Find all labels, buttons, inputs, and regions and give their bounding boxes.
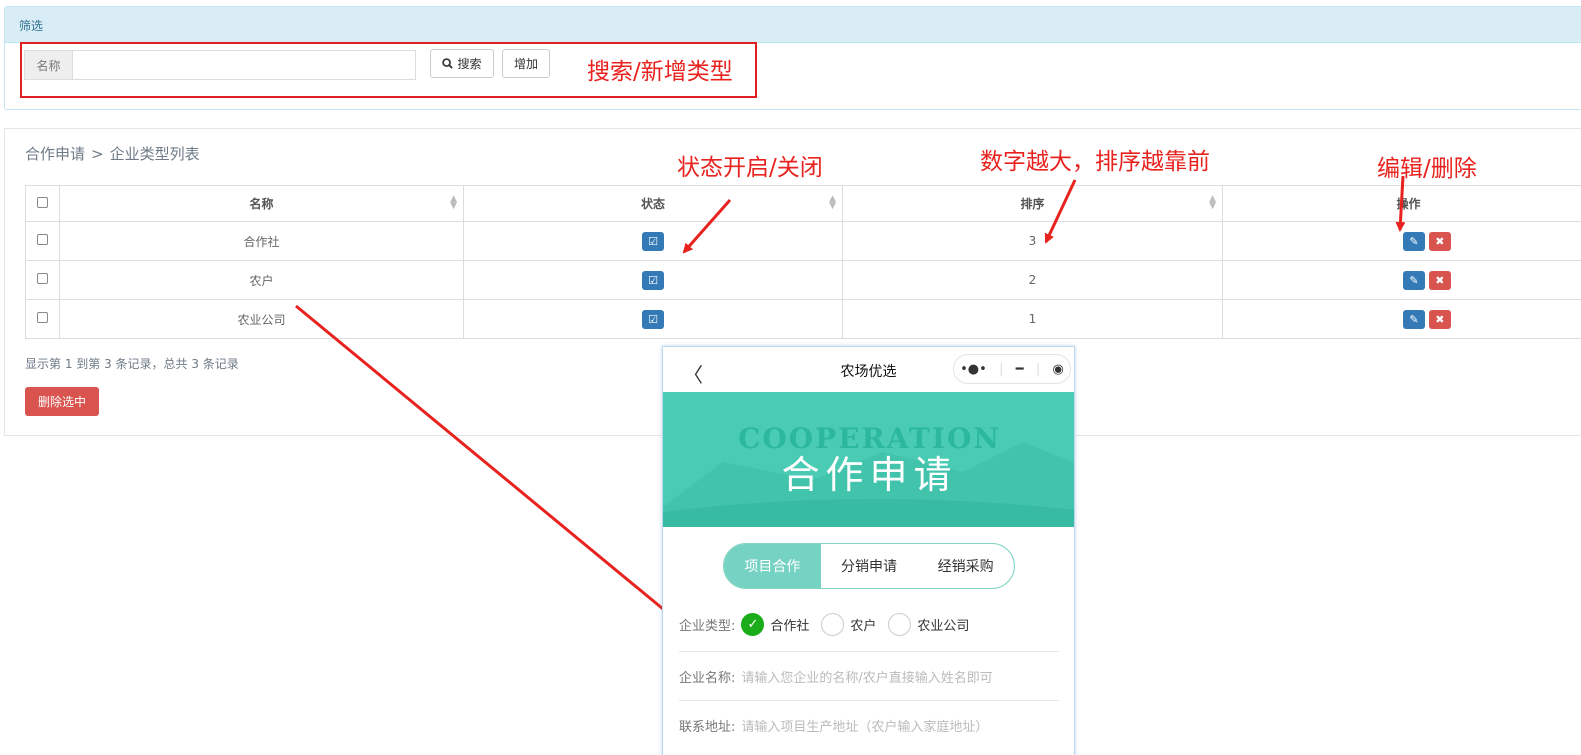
edit-icon[interactable]: ✎ xyxy=(1403,231,1425,251)
company-name-row: 企业名称: 请输入您企业的名称/农户直接输入姓名即可 xyxy=(679,667,1059,686)
delete-icon[interactable]: ✖ xyxy=(1428,231,1451,251)
row-checkbox[interactable] xyxy=(37,273,48,284)
row-checkbox[interactable] xyxy=(37,234,48,245)
address-row: 联系地址: 请输入项目生产地址（农户输入家庭地址） xyxy=(679,716,1059,735)
row-checkbox[interactable] xyxy=(37,312,48,323)
tab-dealer-purchase[interactable]: 经销采购 xyxy=(917,544,1014,588)
edit-icon[interactable]: ✎ xyxy=(1403,309,1425,329)
sort-icon[interactable]: ▲ ▼ xyxy=(450,195,457,211)
radio-checked-icon[interactable]: ✓ xyxy=(741,613,765,636)
banner-chinese-title: 合作申请 xyxy=(781,453,958,497)
row-actions-cell: ✎ ✖ xyxy=(1222,260,1581,300)
row-status-cell: ☑ xyxy=(463,299,843,339)
table-row: 农户 ☑ 2 ✎ ✖ xyxy=(25,260,1581,300)
row-actions-cell: ✎ ✖ xyxy=(1222,221,1581,261)
annotation-search-add: 搜索/新增类型 xyxy=(587,59,733,85)
column-header-name[interactable]: 名称 ▲ ▼ xyxy=(59,185,464,222)
minimize-icon[interactable]: ━ xyxy=(1016,362,1024,377)
company-name-input[interactable]: 请输入您企业的名称/农户直接输入姓名即可 xyxy=(741,667,992,686)
status-toggle-checked-icon[interactable]: ☑ xyxy=(642,309,664,329)
company-type-option[interactable]: 合作社 xyxy=(770,615,809,634)
delete-selected-button[interactable]: 删除选中 xyxy=(25,387,99,416)
cooperation-banner: COOPERATION 合作申请 xyxy=(663,392,1074,527)
company-type-table: 名称 ▲ ▼ 状态 ▲ ▼ 排序 ▲ ▼ 操作 合作社 ☑ 3 ✎ ✖ 农户 ☑ 2 ✎ ✖ xyxy=(25,185,1581,339)
row-sort: 3 xyxy=(842,221,1223,261)
breadcrumb: 合作申请 > 企业类型列表 xyxy=(25,143,200,164)
company-type-option[interactable]: 农户 xyxy=(850,615,876,634)
status-toggle-checked-icon[interactable]: ☑ xyxy=(642,231,664,251)
annotation-status-toggle: 状态开启/关闭 xyxy=(677,155,823,181)
pagination-summary: 显示第 1 到第 3 条记录，总共 3 条记录 xyxy=(25,357,239,371)
company-type-label: 企业类型: xyxy=(679,619,736,634)
mini-program-preview: 〈 农场优选 •●• | ━ | ◉ COOPERATION 合作申请 项目合作… xyxy=(662,346,1075,755)
divider xyxy=(679,651,1059,652)
sort-icon[interactable]: ▲ ▼ xyxy=(1209,195,1216,211)
tab-project-cooperation[interactable]: 项目合作 xyxy=(724,544,821,588)
table-header-row: 名称 ▲ ▼ 状态 ▲ ▼ 排序 ▲ ▼ 操作 xyxy=(25,185,1581,222)
delete-icon[interactable]: ✖ xyxy=(1428,309,1451,329)
annotation-sort-hint: 数字越大，排序越靠前 xyxy=(980,149,1210,175)
column-header-status-label: 状态 xyxy=(640,197,665,211)
row-select-cell xyxy=(25,260,60,300)
address-label: 联系地址: xyxy=(679,720,736,735)
address-input[interactable]: 请输入项目生产地址（农户输入家庭地址） xyxy=(741,716,988,735)
select-all-checkbox[interactable] xyxy=(37,196,48,208)
row-status-cell: ☑ xyxy=(463,221,843,261)
column-header-name-label: 名称 xyxy=(249,197,274,211)
table-row: 农业公司 ☑ 1 ✎ ✖ xyxy=(25,299,1581,339)
select-all-cell xyxy=(25,185,60,222)
company-type-option[interactable]: 农业公司 xyxy=(917,615,969,634)
row-name: 农户 xyxy=(59,260,464,300)
more-dots-icon[interactable]: •●• xyxy=(960,362,987,377)
filter-panel-title: 筛选 xyxy=(5,7,1581,43)
phone-nav-bar: 〈 农场优选 •●• | ━ | ◉ xyxy=(663,347,1074,392)
status-toggle-checked-icon[interactable]: ☑ xyxy=(642,270,664,290)
column-header-sort[interactable]: 排序 ▲ ▼ xyxy=(842,185,1223,222)
close-target-icon[interactable]: ◉ xyxy=(1052,362,1063,377)
column-header-actions: 操作 xyxy=(1222,185,1581,222)
column-header-sort-label: 排序 xyxy=(1020,197,1045,211)
row-actions-cell: ✎ ✖ xyxy=(1222,299,1581,339)
annotation-edit-delete: 编辑/删除 xyxy=(1377,156,1477,182)
company-name-label: 企业名称: xyxy=(679,671,736,686)
row-name: 农业公司 xyxy=(59,299,464,339)
sort-icon[interactable]: ▲ ▼ xyxy=(829,195,836,211)
row-select-cell xyxy=(25,221,60,261)
row-sort: 2 xyxy=(842,260,1223,300)
row-select-cell xyxy=(25,299,60,339)
phone-tabs: 项目合作 分销申请 经销采购 xyxy=(723,543,1015,589)
radio-unchecked-icon[interactable] xyxy=(888,613,912,636)
divider xyxy=(679,700,1059,701)
tab-distribution-apply[interactable]: 分销申请 xyxy=(821,544,918,588)
breadcrumb-separator: > xyxy=(91,145,104,163)
table-row: 合作社 ☑ 3 ✎ ✖ xyxy=(25,221,1581,261)
breadcrumb-parent[interactable]: 合作申请 xyxy=(25,145,85,163)
column-header-status[interactable]: 状态 ▲ ▼ xyxy=(463,185,843,222)
row-status-cell: ☑ xyxy=(463,260,843,300)
radio-unchecked-icon[interactable] xyxy=(821,613,845,636)
delete-icon[interactable]: ✖ xyxy=(1428,270,1451,290)
breadcrumb-current: 企业类型列表 xyxy=(109,145,200,163)
row-name: 合作社 xyxy=(59,221,464,261)
company-type-row: 企业类型: ✓ 合作社 农户 农业公司 xyxy=(679,613,1059,636)
column-header-actions-label: 操作 xyxy=(1396,197,1421,211)
row-sort: 1 xyxy=(842,299,1223,339)
capsule-menu: •●• | ━ | ◉ xyxy=(953,354,1071,384)
edit-icon[interactable]: ✎ xyxy=(1403,270,1425,290)
